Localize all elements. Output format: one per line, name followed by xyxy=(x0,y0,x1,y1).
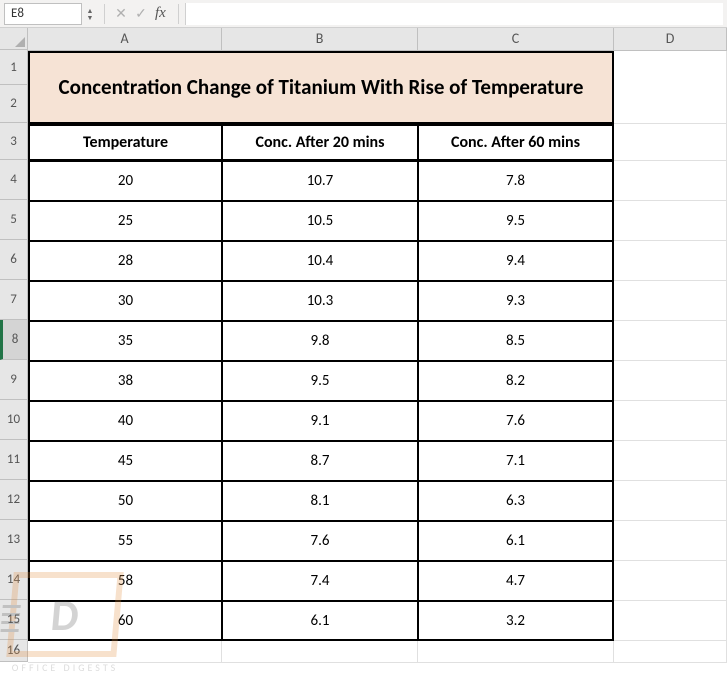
row-header[interactable]: 6 xyxy=(0,240,27,280)
cell[interactable] xyxy=(222,641,418,663)
data-cell[interactable]: 4.7 xyxy=(418,561,614,601)
row-header[interactable]: 16 xyxy=(0,640,27,662)
cell[interactable] xyxy=(614,561,727,601)
column-headers: A B C D xyxy=(28,28,727,51)
data-cell[interactable]: 6.1 xyxy=(418,521,614,561)
data-cell[interactable]: 10.3 xyxy=(222,281,418,321)
cell[interactable] xyxy=(614,51,727,124)
formula-input[interactable] xyxy=(185,3,723,25)
cell[interactable] xyxy=(614,521,727,561)
data-cell[interactable]: 20 xyxy=(28,161,222,201)
fx-icon[interactable]: fx xyxy=(155,5,166,22)
cell[interactable] xyxy=(614,361,727,401)
data-cell[interactable]: 8.7 xyxy=(222,441,418,481)
data-cell[interactable]: 9.1 xyxy=(222,401,418,441)
cell[interactable] xyxy=(614,241,727,281)
data-cell[interactable]: 55 xyxy=(28,521,222,561)
data-cell[interactable]: 7.6 xyxy=(222,521,418,561)
header-cell[interactable]: Temperature xyxy=(28,124,222,161)
row-header[interactable]: 13 xyxy=(0,520,27,560)
row-headers: 12345678910111213141516 xyxy=(0,50,28,662)
row-header[interactable]: 12 xyxy=(0,480,27,520)
data-cell[interactable]: 9.5 xyxy=(418,201,614,241)
data-cell[interactable]: 10.4 xyxy=(222,241,418,281)
row-header[interactable]: 15 xyxy=(0,600,27,640)
col-header[interactable]: D xyxy=(614,28,727,50)
title-cell[interactable]: Concentration Change of Titanium With Ri… xyxy=(28,51,614,124)
col-header[interactable]: A xyxy=(28,28,222,50)
data-cell[interactable]: 10.5 xyxy=(222,201,418,241)
data-cell[interactable]: 8.2 xyxy=(418,361,614,401)
row-header[interactable]: 5 xyxy=(0,200,27,240)
data-cell[interactable]: 60 xyxy=(28,601,222,641)
header-cell[interactable]: Conc. After 60 mins xyxy=(418,124,614,161)
cell[interactable] xyxy=(614,441,727,481)
cell[interactable] xyxy=(614,124,727,161)
data-cell[interactable]: 7.1 xyxy=(418,441,614,481)
data-cell[interactable]: 8.1 xyxy=(222,481,418,521)
cell[interactable] xyxy=(614,201,727,241)
formula-bar: E8 ▲ ▼ ✕ ✓ fx xyxy=(0,0,727,28)
col-header[interactable]: C xyxy=(418,28,614,50)
name-box-value: E8 xyxy=(11,6,24,21)
cancel-icon[interactable]: ✕ xyxy=(111,5,131,22)
cells-area: Concentration Change of Titanium With Ri… xyxy=(28,51,727,663)
row-header[interactable]: 8 xyxy=(0,320,27,360)
arrow-down-icon: ▼ xyxy=(87,14,94,21)
cell[interactable] xyxy=(614,401,727,441)
data-cell[interactable]: 40 xyxy=(28,401,222,441)
data-cell[interactable]: 6.3 xyxy=(418,481,614,521)
data-cell[interactable]: 58 xyxy=(28,561,222,601)
name-box-dropdown[interactable]: ▲ ▼ xyxy=(82,7,98,21)
data-cell[interactable]: 25 xyxy=(28,201,222,241)
cell[interactable] xyxy=(614,481,727,521)
divider xyxy=(178,4,179,24)
data-cell[interactable]: 28 xyxy=(28,241,222,281)
row-header[interactable]: 14 xyxy=(0,560,27,600)
data-cell[interactable]: 9.4 xyxy=(418,241,614,281)
data-cell[interactable]: 9.5 xyxy=(222,361,418,401)
cell[interactable] xyxy=(614,321,727,361)
data-cell[interactable]: 38 xyxy=(28,361,222,401)
data-cell[interactable]: 35 xyxy=(28,321,222,361)
data-cell[interactable]: 3.2 xyxy=(418,601,614,641)
select-all-corner[interactable] xyxy=(0,28,28,50)
row-header[interactable]: 1 xyxy=(0,50,27,85)
header-cell[interactable]: Conc. After 20 mins xyxy=(222,124,418,161)
data-cell[interactable]: 50 xyxy=(28,481,222,521)
data-cell[interactable]: 9.8 xyxy=(222,321,418,361)
cell[interactable] xyxy=(614,641,727,663)
confirm-icon[interactable]: ✓ xyxy=(131,5,151,22)
row-header[interactable]: 3 xyxy=(0,123,27,160)
data-cell[interactable]: 8.5 xyxy=(418,321,614,361)
spreadsheet-grid: A B C D 12345678910111213141516 Concentr… xyxy=(0,28,727,663)
row-header[interactable]: 11 xyxy=(0,440,27,480)
col-header[interactable]: B xyxy=(222,28,418,50)
row-header[interactable]: 2 xyxy=(0,85,27,123)
data-cell[interactable]: 7.8 xyxy=(418,161,614,201)
data-cell[interactable]: 30 xyxy=(28,281,222,321)
data-cell[interactable]: 10.7 xyxy=(222,161,418,201)
data-cell[interactable]: 6.1 xyxy=(222,601,418,641)
data-cell[interactable]: 9.3 xyxy=(418,281,614,321)
cell[interactable] xyxy=(614,281,727,321)
row-header[interactable]: 7 xyxy=(0,280,27,320)
name-box[interactable]: E8 xyxy=(4,3,82,25)
row-header[interactable]: 9 xyxy=(0,360,27,400)
cell[interactable] xyxy=(614,161,727,201)
cell[interactable] xyxy=(418,641,614,663)
data-cell[interactable]: 7.6 xyxy=(418,401,614,441)
data-cell[interactable]: 7.4 xyxy=(222,561,418,601)
row-header[interactable]: 10 xyxy=(0,400,27,440)
cell[interactable] xyxy=(28,641,222,663)
divider xyxy=(104,4,105,24)
cell[interactable] xyxy=(614,601,727,641)
row-header[interactable]: 4 xyxy=(0,160,27,200)
data-cell[interactable]: 45 xyxy=(28,441,222,481)
